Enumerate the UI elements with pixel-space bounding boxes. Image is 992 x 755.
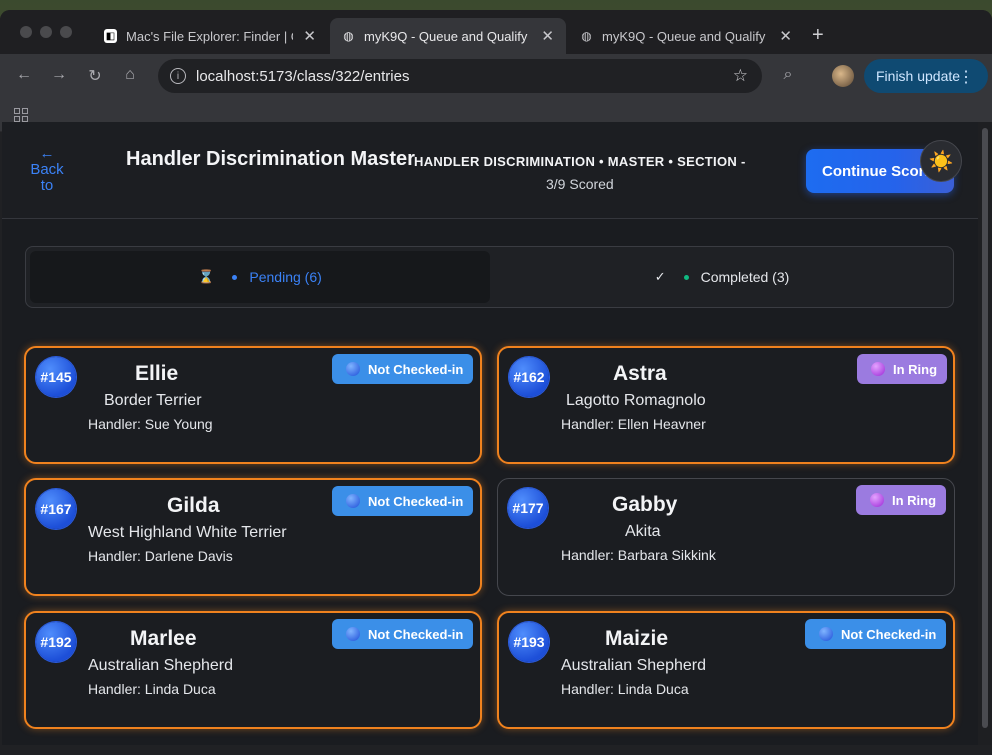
status-badge[interactable]: In Ring bbox=[857, 354, 948, 384]
close-tab-icon[interactable]: ✕ bbox=[303, 27, 316, 45]
status-badge[interactable]: Not Checked-in bbox=[805, 619, 947, 649]
back-to-classes-button[interactable]: ← Back to Classes bbox=[24, 146, 70, 192]
entry-card[interactable]: #177 Gabby Akita Handler: Barbara Sikkin… bbox=[497, 478, 955, 596]
status-badge[interactable]: Not Checked-in bbox=[332, 619, 474, 649]
tab-pending-label: Pending (6) bbox=[249, 269, 322, 285]
dog-breed: Australian Shepherd bbox=[88, 657, 233, 674]
entry-card[interactable]: #193 Maizie Australian Shepherd Handler:… bbox=[497, 611, 955, 729]
tab-strip: ◧ Mac's File Explorer: Finder | G ✕ ◍ my… bbox=[0, 10, 992, 54]
status-dot-icon bbox=[819, 627, 833, 641]
tab-pending[interactable]: ⌛ Pending (6) bbox=[30, 251, 490, 303]
browser-toolbar: ← → ↻ ⌂ i localhost:5173/class/322/entri… bbox=[0, 54, 992, 98]
status-dot-icon bbox=[346, 362, 360, 376]
dog-breed: Australian Shepherd bbox=[561, 657, 706, 674]
reload-icon[interactable]: ↻ bbox=[85, 66, 105, 86]
address-bar[interactable]: i localhost:5173/class/322/entries ☆ bbox=[158, 59, 762, 93]
zoom-window-button[interactable] bbox=[60, 26, 72, 38]
search-tab-icon[interactable]: ⌕ bbox=[778, 66, 798, 84]
scrollbar-thumb[interactable] bbox=[982, 128, 988, 728]
hourglass-icon: ⌛ bbox=[198, 269, 215, 284]
armband-number: #145 bbox=[36, 357, 76, 397]
dog-name: Gabby bbox=[612, 493, 678, 516]
page-scrollbar[interactable] bbox=[978, 122, 992, 745]
status-dot-icon bbox=[346, 627, 360, 641]
back-arrow-icon[interactable]: ← bbox=[14, 66, 34, 84]
dog-name: Astra bbox=[613, 362, 667, 385]
armband-number: #177 bbox=[508, 488, 548, 528]
sun-icon[interactable]: ☀️ bbox=[920, 140, 962, 182]
class-subtitle: HANDLER DISCRIMINATION • MASTER • SECTIO… bbox=[414, 154, 746, 169]
handler-name: Handler: Sue Young bbox=[88, 416, 213, 432]
status-badge[interactable]: Not Checked-in bbox=[332, 354, 474, 384]
dog-name: Ellie bbox=[135, 362, 179, 385]
dog-breed: West Highland White Terrier bbox=[88, 524, 287, 541]
handler-name: Handler: Linda Duca bbox=[88, 681, 216, 697]
checkmark-icon: ✓ bbox=[654, 269, 666, 284]
url-text: localhost:5173/class/322/entries bbox=[196, 67, 410, 85]
entry-card[interactable]: #162 Astra Lagotto Romagnolo Handler: El… bbox=[497, 346, 955, 464]
close-tab-icon[interactable]: ✕ bbox=[541, 27, 554, 45]
armband-number: #193 bbox=[509, 622, 549, 662]
class-title: Handler Discrimination Master bbox=[126, 148, 415, 170]
status-label: Not Checked-in bbox=[368, 493, 464, 509]
globe-icon: ◍ bbox=[581, 29, 592, 43]
entry-card[interactable]: #167 Gilda West Highland White Terrier H… bbox=[24, 478, 482, 596]
handler-name: Handler: Darlene Davis bbox=[88, 548, 233, 564]
class-header: ← Back to Classes Handler Discrimination… bbox=[2, 122, 978, 219]
status-dot-icon bbox=[870, 493, 884, 507]
dog-name: Marlee bbox=[130, 627, 197, 650]
entry-card[interactable]: #192 Marlee Australian Shepherd Handler:… bbox=[24, 611, 482, 729]
browser-tab-myk9q[interactable]: ◍ myK9Q - Queue and Qualify ✕ bbox=[568, 18, 804, 54]
status-label: Not Checked-in bbox=[368, 626, 464, 642]
status-label: In Ring bbox=[892, 492, 937, 508]
status-badge[interactable]: Not Checked-in bbox=[332, 486, 474, 516]
browser-tab-myk9q-active[interactable]: ◍ myK9Q - Queue and Qualify ✕ bbox=[330, 18, 566, 54]
dog-breed: Border Terrier bbox=[104, 392, 202, 409]
handler-name: Handler: Ellen Heavner bbox=[561, 416, 706, 432]
close-tab-icon[interactable]: ✕ bbox=[779, 27, 792, 45]
home-icon[interactable]: ⌂ bbox=[120, 66, 140, 84]
browser-tab-finder[interactable]: ◧ Mac's File Explorer: Finder | G ✕ bbox=[92, 18, 328, 54]
completed-dot bbox=[683, 274, 689, 280]
dog-name: Gilda bbox=[167, 494, 220, 517]
handler-name: Handler: Barbara Sikkink bbox=[561, 547, 716, 563]
site-info-icon[interactable]: i bbox=[170, 68, 186, 84]
scored-count: 3/9 Scored bbox=[546, 176, 614, 192]
close-window-button[interactable] bbox=[20, 26, 32, 38]
globe-icon: ◍ bbox=[343, 29, 354, 43]
dog-breed: Akita bbox=[625, 523, 661, 540]
app-icon: ◧ bbox=[104, 29, 118, 43]
profile-avatar[interactable] bbox=[832, 65, 854, 87]
finish-update-button[interactable]: Finish update ⋮ bbox=[864, 59, 988, 93]
tab-title: Mac's File Explorer: Finder | G bbox=[126, 28, 294, 44]
armband-number: #167 bbox=[36, 489, 76, 529]
handler-name: Handler: Linda Duca bbox=[561, 681, 689, 697]
pending-dot bbox=[232, 274, 238, 280]
minimize-window-button[interactable] bbox=[40, 26, 52, 38]
tab-title: myK9Q - Queue and Qualify bbox=[364, 28, 528, 44]
tab-completed[interactable]: ✓ Completed (3) bbox=[492, 251, 952, 303]
window-controls bbox=[20, 26, 72, 38]
entry-card[interactable]: #145 Ellie Border Terrier Handler: Sue Y… bbox=[24, 346, 482, 464]
status-tabs: ⌛ Pending (6) ✓ Completed (3) bbox=[25, 246, 954, 308]
dog-breed: Lagotto Romagnolo bbox=[566, 392, 706, 409]
page-content: ← Back to Classes Handler Discrimination… bbox=[2, 122, 978, 745]
status-label: In Ring bbox=[893, 361, 938, 377]
forward-arrow-icon[interactable]: → bbox=[49, 66, 69, 84]
status-dot-icon bbox=[871, 362, 885, 376]
status-dot-icon bbox=[346, 494, 360, 508]
menu-dots-icon: ⋮ bbox=[958, 69, 974, 86]
new-tab-icon[interactable]: + bbox=[812, 24, 824, 47]
armband-number: #192 bbox=[36, 622, 76, 662]
status-badge[interactable]: In Ring bbox=[856, 485, 947, 515]
dog-name: Maizie bbox=[605, 627, 669, 650]
tab-completed-label: Completed (3) bbox=[700, 269, 790, 285]
finish-update-label: Finish update bbox=[876, 68, 961, 84]
status-label: Not Checked-in bbox=[841, 626, 937, 642]
tab-title: myK9Q - Queue and Qualify bbox=[602, 28, 766, 44]
status-label: Not Checked-in bbox=[368, 361, 464, 377]
bookmark-star-icon[interactable]: ☆ bbox=[733, 66, 748, 86]
armband-number: #162 bbox=[509, 357, 549, 397]
apps-grid-icon[interactable] bbox=[14, 108, 28, 122]
